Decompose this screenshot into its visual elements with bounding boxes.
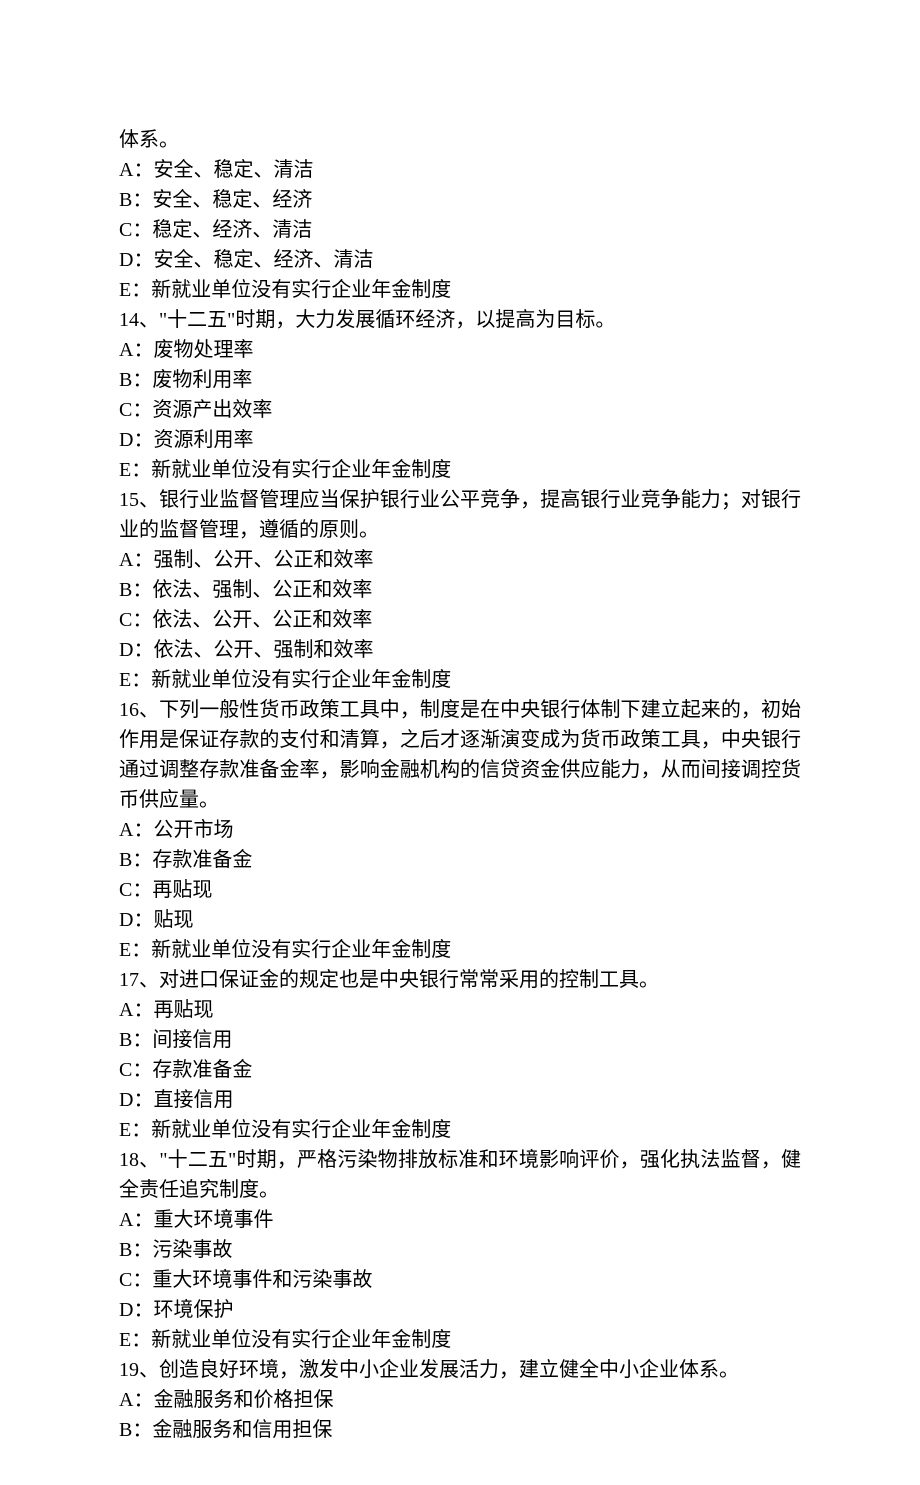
text-line: B：存款准备金 [119, 845, 801, 875]
text-line: D：贴现 [119, 905, 801, 935]
text-line: C：依法、公开、公正和效率 [119, 605, 801, 635]
text-line: D：资源利用率 [119, 425, 801, 455]
text-line: A：安全、稳定、清洁 [119, 155, 801, 185]
text-line: D：直接信用 [119, 1085, 801, 1115]
text-line: D：环境保护 [119, 1295, 801, 1325]
text-line: E：新就业单位没有实行企业年金制度 [119, 665, 801, 695]
text-line: C：再贴现 [119, 875, 801, 905]
text-line: D：安全、稳定、经济、清洁 [119, 245, 801, 275]
text-line: 18、"十二五"时期，严格污染物排放标准和环境影响评价，强化执法监督，健全责任追… [119, 1145, 801, 1205]
text-line: C：重大环境事件和污染事故 [119, 1265, 801, 1295]
text-line: A：废物处理率 [119, 335, 801, 365]
text-line: 19、创造良好环境，激发中小企业发展活力，建立健全中小企业体系。 [119, 1355, 801, 1385]
text-line: B：安全、稳定、经济 [119, 185, 801, 215]
text-line: B：依法、强制、公正和效率 [119, 575, 801, 605]
text-line: E：新就业单位没有实行企业年金制度 [119, 1115, 801, 1145]
text-line: C：资源产出效率 [119, 395, 801, 425]
text-line: B：间接信用 [119, 1025, 801, 1055]
text-line: E：新就业单位没有实行企业年金制度 [119, 1325, 801, 1355]
text-line: A：金融服务和价格担保 [119, 1385, 801, 1415]
text-line: A：公开市场 [119, 815, 801, 845]
text-line: E：新就业单位没有实行企业年金制度 [119, 455, 801, 485]
text-line: E：新就业单位没有实行企业年金制度 [119, 275, 801, 305]
text-line: A：重大环境事件 [119, 1205, 801, 1235]
text-line: A：再贴现 [119, 995, 801, 1025]
text-line: B：金融服务和信用担保 [119, 1415, 801, 1445]
text-line: 15、银行业监督管理应当保护银行业公平竞争，提高银行业竞争能力；对银行业的监督管… [119, 485, 801, 545]
text-line: C：稳定、经济、清洁 [119, 215, 801, 245]
text-line: E：新就业单位没有实行企业年金制度 [119, 935, 801, 965]
text-line: D：依法、公开、强制和效率 [119, 635, 801, 665]
text-line: A：强制、公开、公正和效率 [119, 545, 801, 575]
text-line: 体系。 [119, 125, 801, 155]
document-content: 体系。 A：安全、稳定、清洁 B：安全、稳定、经济 C：稳定、经济、清洁 D：安… [119, 125, 801, 1445]
text-line: B：废物利用率 [119, 365, 801, 395]
text-line: 14、"十二五"时期，大力发展循环经济，以提高为目标。 [119, 305, 801, 335]
text-line: C：存款准备金 [119, 1055, 801, 1085]
text-line: 17、对进口保证金的规定也是中央银行常常采用的控制工具。 [119, 965, 801, 995]
text-line: B：污染事故 [119, 1235, 801, 1265]
text-line: 16、下列一般性货币政策工具中，制度是在中央银行体制下建立起来的，初始作用是保证… [119, 695, 801, 815]
